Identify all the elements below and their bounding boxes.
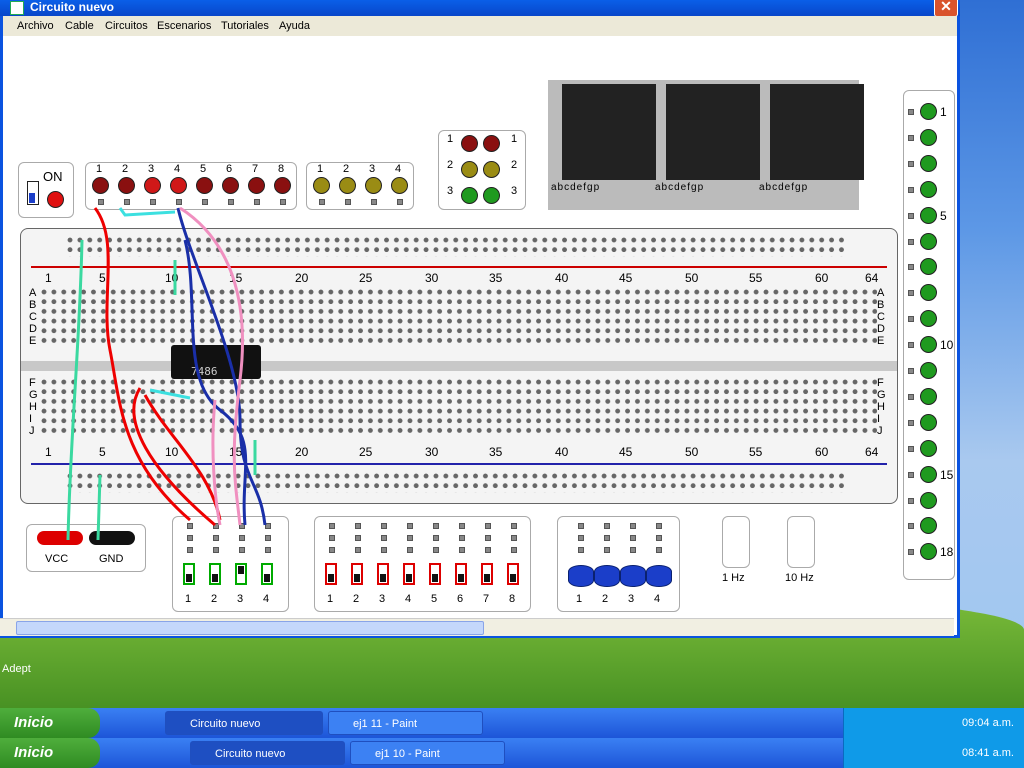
- start-button-top[interactable]: Inicio: [0, 708, 100, 738]
- task-item-paint-2[interactable]: ej1 10 - Paint: [350, 741, 505, 765]
- desktop-icon-label[interactable]: Adept: [2, 663, 31, 675]
- wire-pink-2: [211, 399, 222, 526]
- task-item-circuito-2[interactable]: Circuito nuevo: [190, 741, 345, 765]
- wire-blue-1: [176, 207, 267, 526]
- start-button-bottom[interactable]: Inicio: [0, 738, 100, 768]
- wire-red-3: [143, 394, 222, 521]
- taskbar-top: Inicio Circuito nuevo ej1 11 - Paint 09:…: [0, 708, 1024, 738]
- horizontal-scrollbar[interactable]: [0, 618, 954, 636]
- clock-bottom: 08:41 a.m.: [962, 747, 1014, 759]
- system-tray-top: 09:04 a.m.: [843, 708, 1024, 738]
- wire-green-1: [66, 239, 84, 541]
- wires-layer: [66, 206, 267, 541]
- taskbar-bottom: Inicio Circuito nuevo ej1 10 - Paint 08:…: [0, 738, 1024, 768]
- system-tray-bottom: 08:41 a.m.: [843, 738, 1024, 768]
- wire-red-1: [93, 207, 191, 522]
- clock-top: 09:04 a.m.: [962, 717, 1014, 729]
- task-item-paint[interactable]: ej1 11 - Paint: [328, 711, 483, 735]
- wire-cyan-1: [118, 207, 176, 217]
- wire-green-2: [96, 474, 102, 541]
- task-item-circuito[interactable]: Circuito nuevo: [165, 711, 323, 735]
- scrollbar-thumb[interactable]: [16, 621, 484, 635]
- wire-cyan-2: [149, 388, 191, 400]
